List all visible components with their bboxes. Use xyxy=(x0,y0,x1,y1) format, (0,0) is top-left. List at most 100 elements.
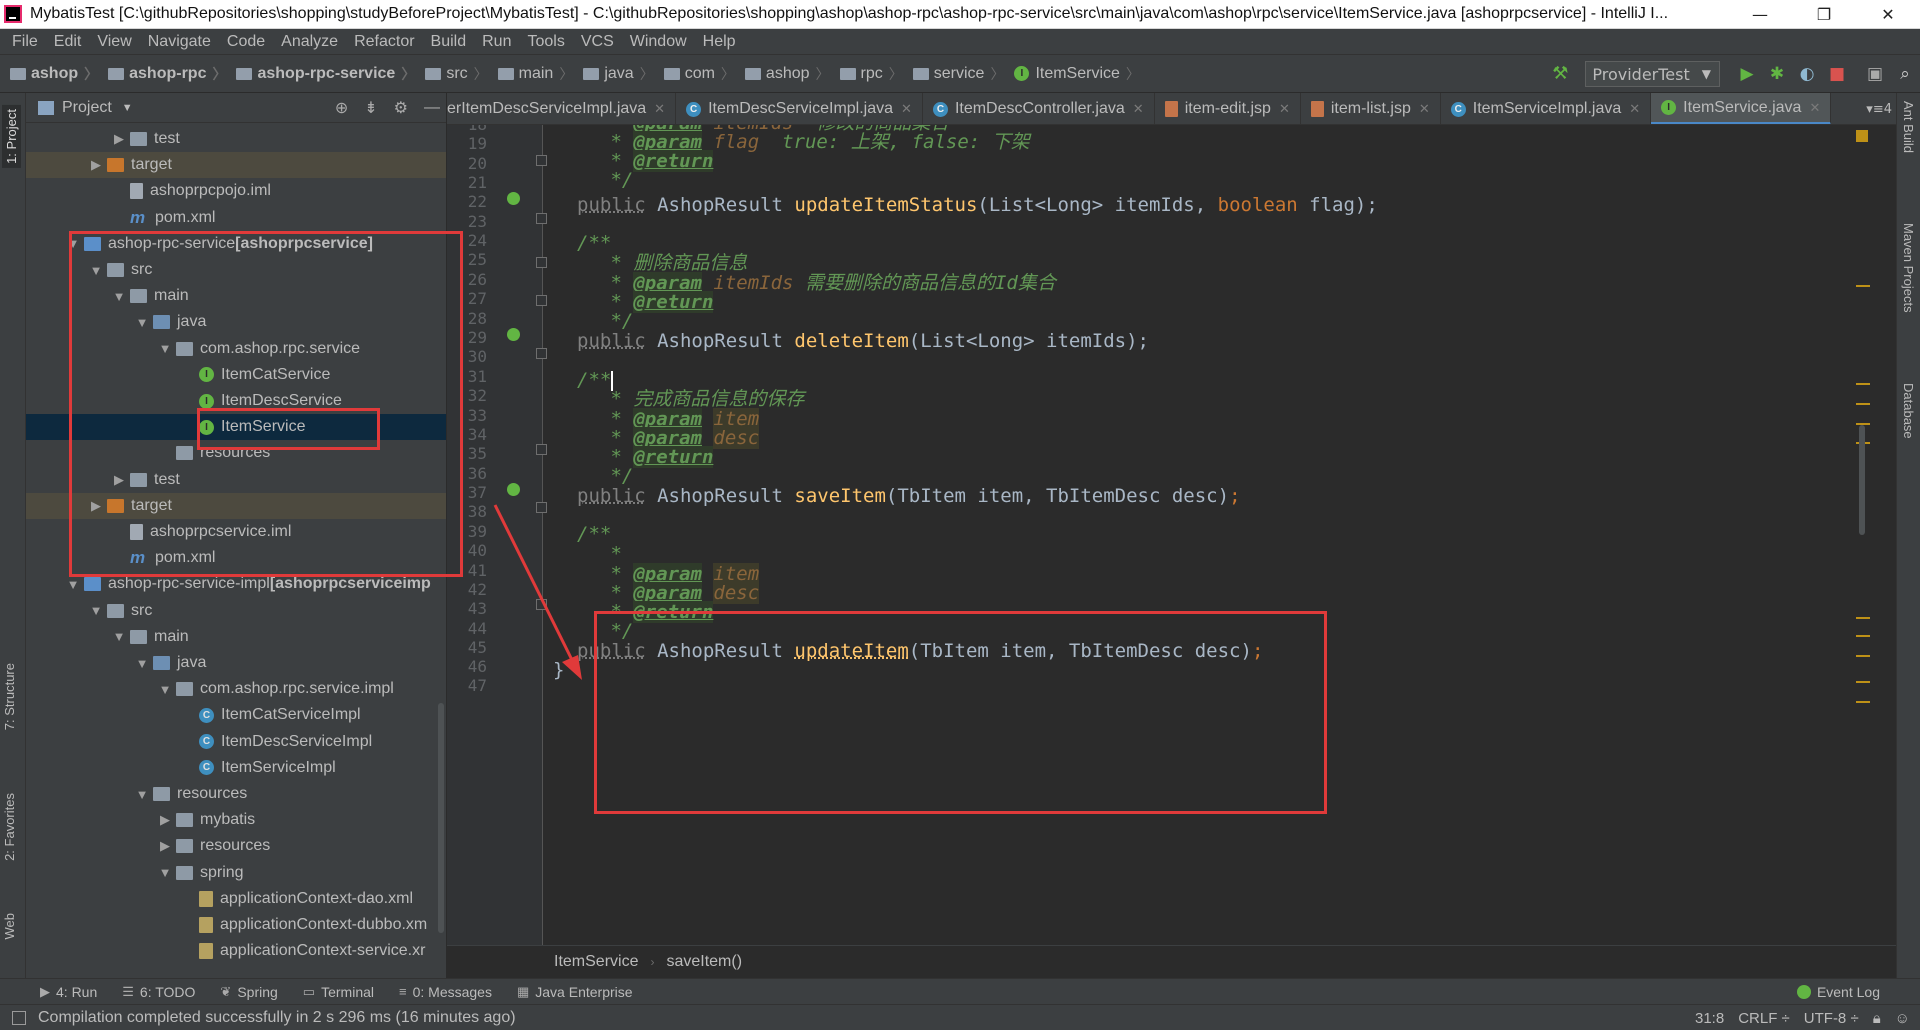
tool-tab-favorites[interactable]: 2: Favorites xyxy=(2,793,17,861)
nav-crumb-ashop[interactable]: ashop 〉 xyxy=(0,64,98,84)
breadcrumb-item-class[interactable]: ItemService xyxy=(554,953,638,971)
chevron-down-icon[interactable]: ▼ xyxy=(131,787,153,802)
tree-item[interactable]: ▶ resources xyxy=(26,833,446,859)
tool-tab-project[interactable]: 1: Project xyxy=(2,105,21,168)
stripe-marker[interactable] xyxy=(1856,383,1870,385)
close-tab-icon[interactable]: ✕ xyxy=(901,101,912,117)
tool-tab-maven-projects[interactable]: Maven Projects xyxy=(1901,223,1916,313)
stop-icon[interactable]: ■ xyxy=(1822,59,1852,89)
chevron-down-icon[interactable]: ▼ xyxy=(62,236,84,251)
tree-item[interactable]: I ItemService xyxy=(26,414,446,441)
chevron-down-icon[interactable]: ▼ xyxy=(108,289,130,304)
nav-crumb-itemservice[interactable]: I ItemService 〉 xyxy=(1004,64,1140,84)
tree-item[interactable]: ▼ ashop-rpc-service [ashoprpcservice] xyxy=(26,231,446,257)
menu-navigate[interactable]: Navigate xyxy=(140,33,219,51)
menu-run[interactable]: Run xyxy=(474,33,519,51)
lock-icon[interactable]: 🔒︎ xyxy=(1873,1010,1881,1027)
tree-item[interactable]: I ItemCatService xyxy=(26,362,446,388)
caret-position[interactable]: 31:8 xyxy=(1695,1010,1724,1027)
editor-tab[interactable]: C ItemDescController.java ✕ xyxy=(923,93,1155,124)
chevron-down-icon[interactable]: ▼ xyxy=(154,865,176,880)
menu-tools[interactable]: Tools xyxy=(519,33,572,51)
tool-window-run[interactable]: ▶ 4: Run xyxy=(40,984,97,1000)
tree-item[interactable]: ▶ test xyxy=(26,126,446,152)
stripe-marker[interactable] xyxy=(1856,403,1870,405)
tab-overflow-menu[interactable]: ▾≡4 xyxy=(1866,93,1892,124)
breadcrumb-item-method[interactable]: saveItem() xyxy=(666,953,742,971)
tree-item[interactable]: resources xyxy=(26,440,446,466)
chevron-down-icon[interactable]: ▼ xyxy=(154,682,176,697)
tree-item[interactable]: ▼ com.ashop.rpc.service.impl xyxy=(26,676,446,702)
tree-item[interactable]: C ItemDescServiceImpl xyxy=(26,729,446,755)
editor-tab[interactable]: erItemDescServiceImpl.java ✕ xyxy=(447,93,677,124)
menu-analyze[interactable]: Analyze xyxy=(273,33,346,51)
project-tree-scrollbar[interactable] xyxy=(438,703,444,933)
maximize-button[interactable]: ❐ xyxy=(1792,0,1856,29)
status-message[interactable]: Compilation completed successfully in 2 … xyxy=(38,1009,516,1027)
tree-item[interactable]: ashoprpcpojo.iml xyxy=(26,178,446,204)
tree-item[interactable]: ▼ main xyxy=(26,283,446,309)
tool-window-java-enterprise[interactable]: ▦ Java Enterprise xyxy=(517,984,633,1000)
tree-item[interactable]: m pom.xml xyxy=(26,205,446,231)
stripe-marker[interactable] xyxy=(1856,617,1870,619)
chevron-down-icon[interactable]: ▼ xyxy=(85,603,107,618)
fold-marker-icon[interactable] xyxy=(536,444,547,455)
tree-item[interactable]: ▶ test xyxy=(26,467,446,493)
menu-build[interactable]: Build xyxy=(423,33,475,51)
project-structure-icon[interactable]: ▣ xyxy=(1860,59,1890,89)
warning-indicator-icon[interactable] xyxy=(1856,130,1868,142)
chevron-down-icon[interactable]: ▼ xyxy=(154,341,176,356)
tree-item[interactable]: ▼ java xyxy=(26,309,446,335)
code-editor[interactable]: 1819202122232425262728293031323334353637… xyxy=(447,125,1873,945)
chevron-down-icon[interactable]: ▼ xyxy=(62,577,84,592)
stripe-marker[interactable] xyxy=(1856,701,1870,703)
inspector-icon[interactable]: ☺ xyxy=(1895,1010,1910,1027)
close-tab-icon[interactable]: ✕ xyxy=(1629,101,1640,117)
implemented-method-icon[interactable] xyxy=(507,483,520,496)
gear-icon[interactable]: ⚙ xyxy=(394,98,408,118)
editor-tab[interactable]: item-edit.jsp ✕ xyxy=(1155,93,1301,124)
editor-tab[interactable]: C ItemServiceImpl.java ✕ xyxy=(1441,93,1652,124)
tree-item[interactable]: ▼ resources xyxy=(26,781,446,807)
nav-crumb-ashop-rpc[interactable]: ashop-rpc 〉 xyxy=(98,64,226,84)
coverage-icon[interactable]: ◐ xyxy=(1792,59,1822,89)
tree-item[interactable]: ▶ mybatis xyxy=(26,807,446,833)
minimize-button[interactable]: — xyxy=(1728,0,1792,29)
tree-item[interactable]: applicationContext-service.xr xyxy=(26,938,446,964)
run-configuration-select[interactable]: ProviderTest ▼ xyxy=(1585,61,1720,87)
collapse-all-icon[interactable]: ⇟ xyxy=(364,98,377,118)
hide-panel-icon[interactable]: — xyxy=(424,99,440,117)
tree-item[interactable]: ▼ ashop-rpc-service-impl [ashoprpcservice… xyxy=(26,571,446,597)
tool-window-terminal[interactable]: ▭ Terminal xyxy=(303,984,374,1000)
chevron-right-icon[interactable]: ▶ xyxy=(85,498,107,514)
locate-icon[interactable]: ⊕ xyxy=(335,98,348,118)
nav-crumb-main[interactable]: main 〉 xyxy=(488,64,573,84)
fold-marker-icon[interactable] xyxy=(536,348,547,359)
nav-crumb-ashop-pkg[interactable]: ashop 〉 xyxy=(735,64,830,84)
nav-crumb-com[interactable]: com 〉 xyxy=(654,64,735,84)
close-tab-icon[interactable]: ✕ xyxy=(654,101,665,117)
menu-edit[interactable]: Edit xyxy=(46,33,90,51)
chevron-down-icon[interactable]: ▼ xyxy=(122,102,133,114)
tree-item[interactable]: ▼ main xyxy=(26,624,446,650)
nav-crumb-java[interactable]: java 〉 xyxy=(573,64,654,84)
run-icon[interactable]: ▶ xyxy=(1732,59,1762,89)
tree-item[interactable]: ▼ src xyxy=(26,598,446,624)
tree-item[interactable]: applicationContext-dubbo.xm xyxy=(26,912,446,938)
close-tab-icon[interactable]: ✕ xyxy=(1809,100,1820,116)
fold-marker-icon[interactable] xyxy=(536,502,547,513)
tool-tab-ant-build[interactable]: Ant Build xyxy=(1901,101,1916,153)
chevron-down-icon[interactable]: ▼ xyxy=(131,656,153,671)
tree-item[interactable]: ▼ java xyxy=(26,650,446,676)
tree-item[interactable]: ▶ target xyxy=(26,152,446,179)
tool-window-messages[interactable]: ≡ 0: Messages xyxy=(399,984,492,1000)
build-hammer-icon[interactable]: ⚒ xyxy=(1549,63,1571,85)
stripe-marker[interactable] xyxy=(1856,285,1870,287)
menu-file[interactable]: File xyxy=(4,33,46,51)
nav-crumb-rpc[interactable]: rpc 〉 xyxy=(830,64,903,84)
fold-marker-icon[interactable] xyxy=(536,155,547,166)
menu-help[interactable]: Help xyxy=(695,33,744,51)
close-tab-icon[interactable]: ✕ xyxy=(1133,101,1144,117)
tree-item[interactable]: C ItemCatServiceImpl xyxy=(26,702,446,728)
chevron-right-icon[interactable]: ▶ xyxy=(108,131,130,147)
